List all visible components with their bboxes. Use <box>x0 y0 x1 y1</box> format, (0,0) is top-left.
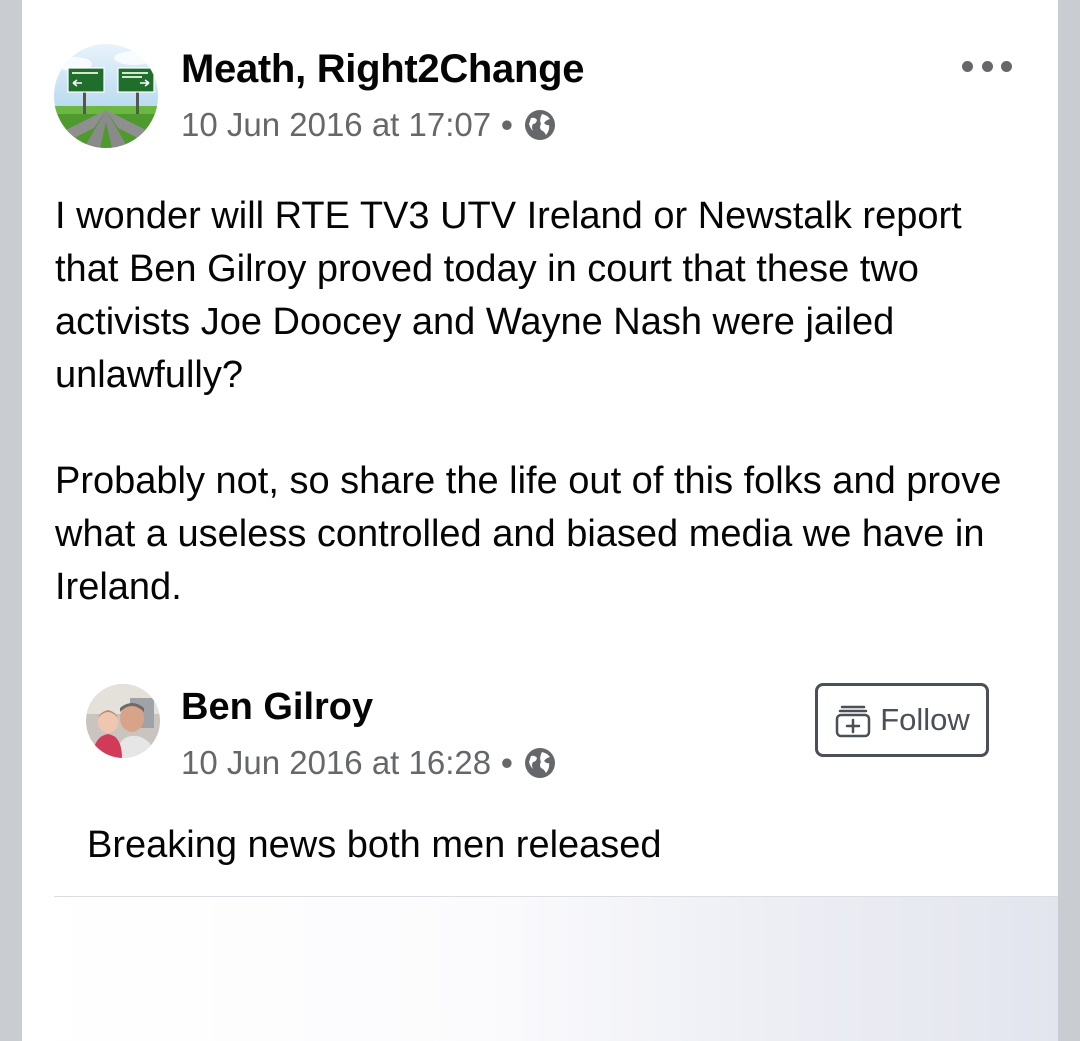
shared-post-meta: 10 Jun 2016 at 16:28 • <box>181 744 557 782</box>
post-body: I wonder will RTE TV3 UTV Ireland or New… <box>55 190 1025 614</box>
page-avatar[interactable] <box>54 44 158 148</box>
follow-label: Follow <box>880 702 970 737</box>
meta-separator: • <box>501 106 513 143</box>
shared-author-name[interactable]: Ben Gilroy <box>181 686 373 729</box>
post-paragraph: I wonder will RTE TV3 UTV Ireland or New… <box>55 195 962 396</box>
globe-icon[interactable] <box>523 746 557 780</box>
shared-post-timestamp[interactable]: 10 Jun 2016 at 16:28 <box>181 744 491 782</box>
follow-plus-icon <box>834 701 872 739</box>
shared-author-avatar[interactable] <box>86 684 160 758</box>
more-options-icon[interactable] <box>962 48 1012 84</box>
post-meta: 10 Jun 2016 at 17:07 • <box>181 106 557 144</box>
post-author-name[interactable]: Meath, Right2Change <box>181 47 585 92</box>
globe-icon[interactable] <box>523 108 557 142</box>
post-timestamp[interactable]: 10 Jun 2016 at 17:07 <box>181 106 491 144</box>
post-paragraph: Probably not, so share the life out of t… <box>55 460 1002 608</box>
shared-post-text: Breaking news both men released <box>87 824 662 866</box>
shared-post-image[interactable] <box>22 897 1058 1041</box>
meta-separator: • <box>501 744 513 781</box>
post-card: Meath, Right2Change 10 Jun 2016 at 17:07… <box>22 0 1058 1041</box>
follow-button[interactable]: Follow <box>815 683 989 757</box>
